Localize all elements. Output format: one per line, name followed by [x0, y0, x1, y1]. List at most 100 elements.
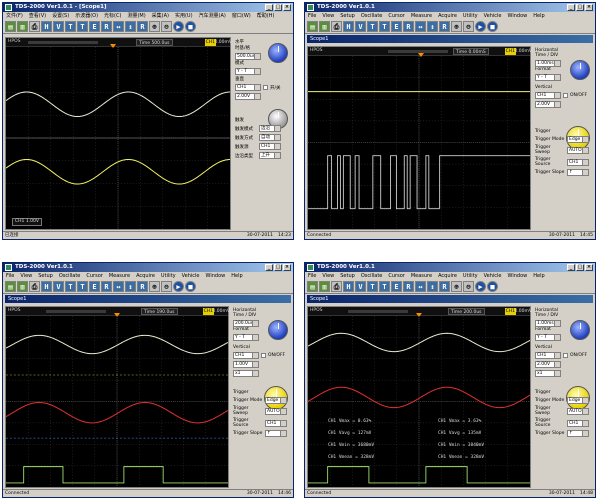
channel-select[interactable]: CH1: [535, 92, 561, 99]
close-button[interactable]: ×: [585, 264, 593, 271]
format-select[interactable]: Y - T: [535, 74, 561, 81]
menu-measure[interactable]: Measure: [109, 272, 130, 280]
volts-div-select[interactable]: 1.00V: [233, 361, 259, 368]
menu-help[interactable]: Help: [533, 12, 544, 20]
maximize-button[interactable]: □: [274, 4, 282, 11]
menu-file[interactable]: File: [6, 272, 14, 280]
zoom-in-icon[interactable]: ⊕: [149, 281, 160, 292]
position-slider[interactable]: [28, 41, 98, 44]
tool-h[interactable]: H: [343, 21, 354, 32]
menu-view[interactable]: View: [322, 272, 334, 280]
channel-on-checkbox[interactable]: [263, 85, 268, 90]
tool-r[interactable]: R: [403, 21, 414, 32]
timebase-knob[interactable]: [570, 320, 590, 340]
trigger-mode-select[interactable]: 边沿: [259, 125, 281, 132]
play-icon[interactable]: ▶: [173, 21, 184, 32]
menu-cursor[interactable]: Cursor: [388, 272, 404, 280]
tool-r2[interactable]: R: [439, 281, 450, 292]
trigger-mode-select[interactable]: Edge: [567, 397, 589, 404]
timebase-knob[interactable]: [268, 43, 288, 63]
trigger-sweep-select[interactable]: AUTO: [265, 407, 287, 415]
zoom-out-icon[interactable]: ⊖: [463, 21, 474, 32]
play-icon[interactable]: ▶: [173, 281, 184, 292]
open-icon[interactable]: ▤: [307, 281, 318, 292]
menu-window[interactable]: Window: [508, 272, 528, 280]
menu-file[interactable]: 文件(F): [6, 12, 23, 20]
tool-t[interactable]: T: [367, 281, 378, 292]
tool-r2[interactable]: R: [137, 281, 148, 292]
tool-v-cursor[interactable]: ↕: [125, 281, 136, 292]
tool-v-cursor[interactable]: ↕: [427, 21, 438, 32]
menu-file[interactable]: File: [308, 272, 316, 280]
tool-r2[interactable]: R: [439, 21, 450, 32]
tool-t2[interactable]: T: [77, 21, 88, 32]
timebase-select[interactable]: 1.00ms: [535, 60, 561, 67]
tool-v-cursor[interactable]: ↕: [427, 281, 438, 292]
tool-e[interactable]: E: [391, 281, 402, 292]
tool-r[interactable]: R: [101, 281, 112, 292]
close-button[interactable]: ×: [585, 4, 593, 11]
channel-select[interactable]: CH1: [235, 84, 261, 91]
menu-setup[interactable]: Setup: [38, 272, 53, 280]
channel-select[interactable]: CH1: [233, 352, 259, 359]
zoom-in-icon[interactable]: ⊕: [451, 21, 462, 32]
format-select[interactable]: Y - T: [235, 68, 261, 75]
tool-r[interactable]: R: [403, 281, 414, 292]
menu-cursor[interactable]: Cursor: [388, 12, 404, 20]
menu-window[interactable]: 窗口(W): [232, 12, 251, 20]
tool-t[interactable]: T: [367, 21, 378, 32]
timebase-knob[interactable]: [268, 320, 288, 340]
menu-window[interactable]: Window: [508, 12, 528, 20]
trigger-source-select[interactable]: CH1: [265, 419, 287, 427]
stop-icon[interactable]: ■: [185, 21, 196, 32]
trigger-slope-select[interactable]: ↑: [265, 430, 287, 437]
minimize-button[interactable]: _: [567, 4, 575, 11]
menu-setup[interactable]: 设置(S): [52, 12, 69, 20]
menu-measure[interactable]: 测量(M): [127, 12, 145, 20]
channel-on-checkbox[interactable]: [261, 353, 266, 358]
menu-window[interactable]: Window: [206, 272, 226, 280]
menu-utility[interactable]: Utility: [463, 12, 478, 20]
waveform-plot[interactable]: [6, 47, 230, 229]
menu-oscillate[interactable]: 示波器(O): [75, 12, 98, 20]
timebase-select[interactable]: 500.0us: [235, 53, 261, 60]
menu-acquire[interactable]: Acquire: [438, 272, 457, 280]
stop-icon[interactable]: ■: [185, 281, 196, 292]
trigger-slope-select[interactable]: 上升: [259, 152, 281, 159]
waveform-plot[interactable]: [6, 316, 228, 487]
close-button[interactable]: ×: [283, 264, 291, 271]
play-icon[interactable]: ▶: [475, 21, 486, 32]
print-icon[interactable]: ⎙: [331, 281, 342, 292]
menu-help[interactable]: Help: [533, 272, 544, 280]
menu-measure[interactable]: Measure: [411, 272, 432, 280]
tool-v[interactable]: V: [355, 281, 366, 292]
stop-icon[interactable]: ■: [487, 21, 498, 32]
maximize-button[interactable]: □: [576, 4, 584, 11]
zoom-out-icon[interactable]: ⊖: [161, 281, 172, 292]
probe-select[interactable]: x1: [535, 370, 561, 377]
print-icon[interactable]: ⎙: [29, 281, 40, 292]
play-icon[interactable]: ▶: [475, 281, 486, 292]
open-icon[interactable]: ▤: [5, 281, 16, 292]
tool-h[interactable]: H: [343, 281, 354, 292]
menu-vehicle[interactable]: Vehicle: [182, 272, 200, 280]
format-select[interactable]: Y - T: [233, 334, 259, 341]
trigger-mode-select[interactable]: Edge: [567, 136, 589, 143]
menu-utility[interactable]: Utility: [463, 272, 478, 280]
save-icon[interactable]: ▥: [17, 21, 28, 32]
channel-on-checkbox[interactable]: [563, 93, 568, 98]
zoom-in-icon[interactable]: ⊕: [149, 21, 160, 32]
timebase-select[interactable]: 200.0us: [233, 320, 259, 327]
position-slider[interactable]: [46, 310, 106, 313]
menu-setup[interactable]: Setup: [340, 12, 355, 20]
close-button[interactable]: ×: [283, 4, 291, 11]
channel-select[interactable]: CH1: [535, 352, 561, 359]
tool-v-cursor[interactable]: ↕: [125, 21, 136, 32]
tool-h[interactable]: H: [41, 21, 52, 32]
menu-utility[interactable]: 实用(U): [175, 12, 193, 20]
waveform-plot[interactable]: [308, 56, 530, 229]
tool-h-cursor[interactable]: ↔: [113, 281, 124, 292]
trigger-source-select[interactable]: CH1: [567, 158, 589, 166]
trigger-source-select[interactable]: CH1: [259, 143, 281, 150]
stop-icon[interactable]: ■: [487, 281, 498, 292]
